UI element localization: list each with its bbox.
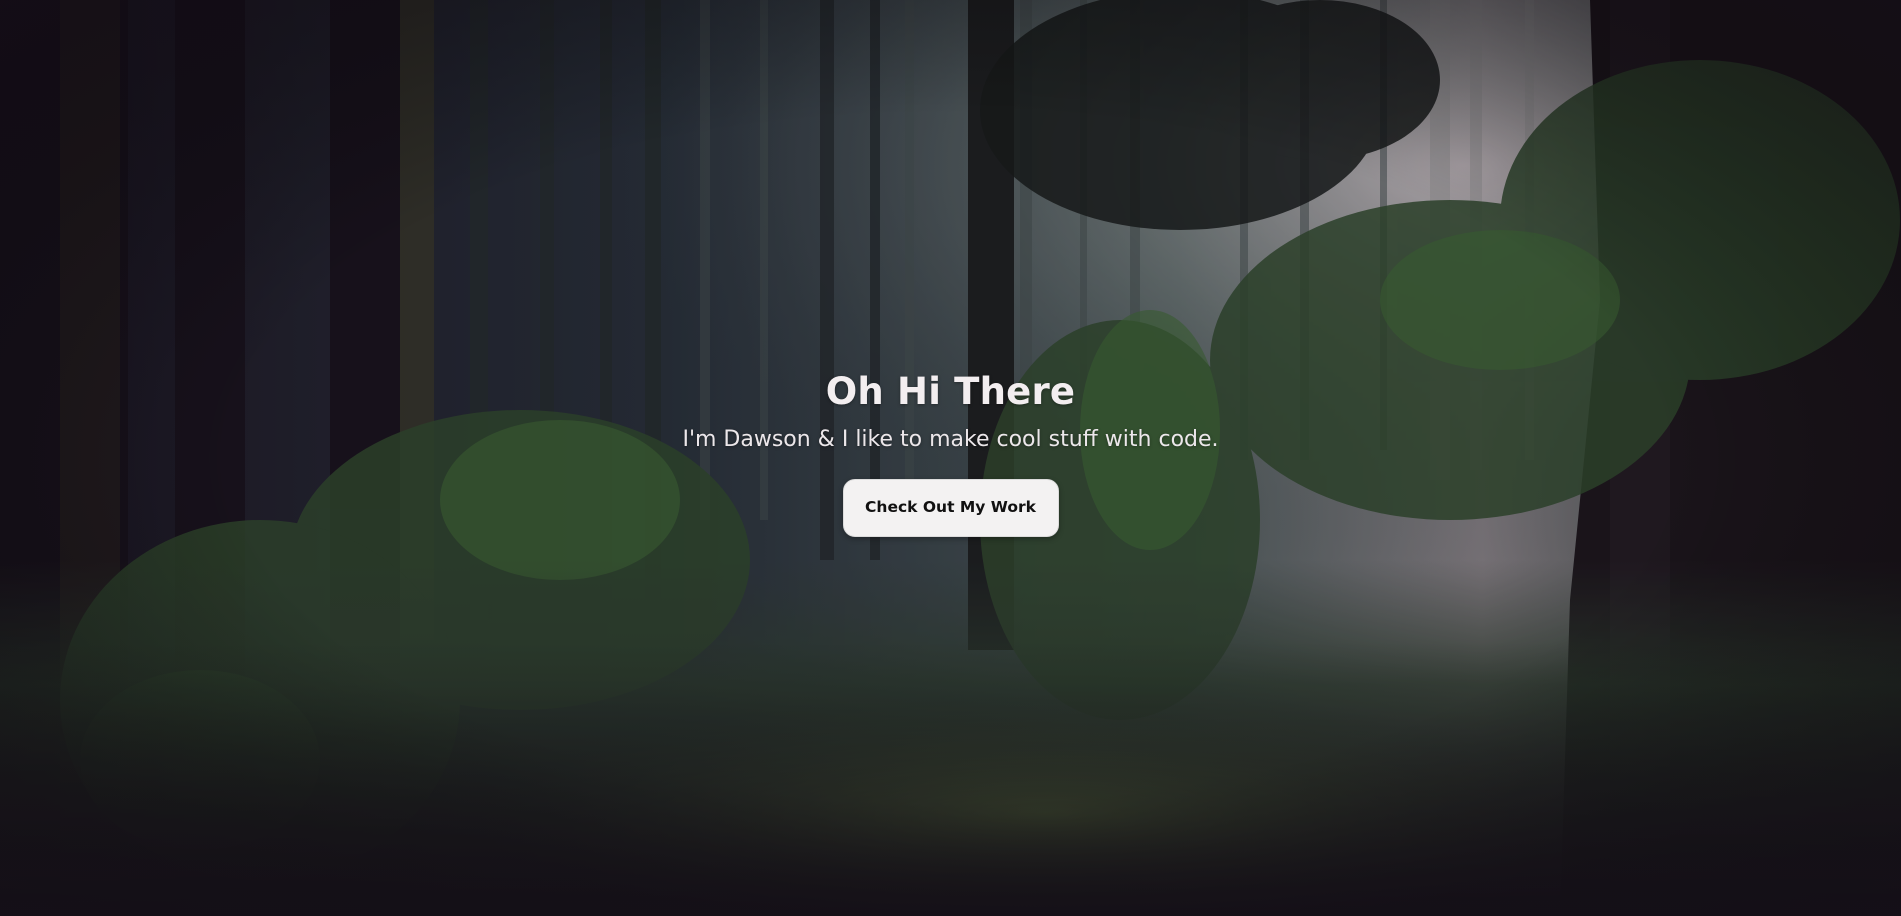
hero-title: Oh Hi There xyxy=(825,370,1076,413)
hero-section: Oh Hi There I'm Dawson & I like to make … xyxy=(0,0,1901,916)
check-out-my-work-button[interactable]: Check Out My Work xyxy=(842,479,1059,537)
hero-content: Oh Hi There I'm Dawson & I like to make … xyxy=(0,368,1901,537)
hero-subtitle: I'm Dawson & I like to make cool stuff w… xyxy=(682,427,1219,452)
